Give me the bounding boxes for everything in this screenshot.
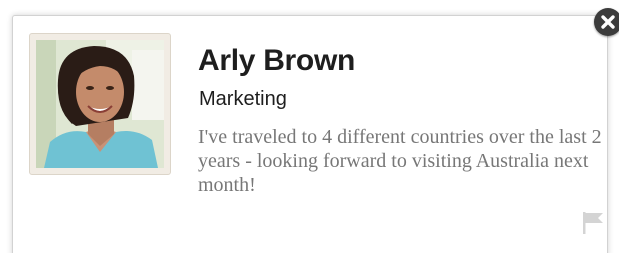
close-icon [601, 15, 615, 29]
close-button[interactable] [594, 8, 619, 36]
profile-popup-page: Arly Brown Marketing I've traveled to 4 … [0, 0, 619, 253]
profile-photo-frame [29, 33, 171, 175]
profile-department: Marketing [199, 88, 287, 110]
profile-photo [36, 40, 164, 168]
profile-card: Arly Brown Marketing I've traveled to 4 … [12, 15, 608, 253]
profile-name: Arly Brown [198, 44, 356, 77]
flag-icon[interactable] [581, 210, 605, 236]
profile-bio: I've traveled to 4 different countries o… [198, 126, 602, 196]
